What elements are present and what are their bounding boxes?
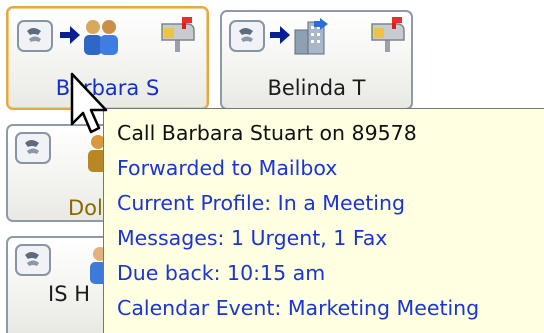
contact-tooltip: Call Barbara Stuart on 89578 Forwarded t… xyxy=(103,108,544,333)
phone-handset-icon xyxy=(14,242,58,284)
tooltip-forwarded-line[interactable]: Forwarded to Mailbox xyxy=(117,151,544,186)
forward-arrow-icon xyxy=(60,26,80,48)
contact-tile-belinda[interactable]: Belinda T xyxy=(220,10,413,110)
forward-arrow-icon xyxy=(270,26,290,48)
tooltip-profile-line[interactable]: Current Profile: In a Meeting xyxy=(117,186,544,221)
phone-handset-icon xyxy=(16,18,60,60)
tooltip-call-line[interactable]: Call Barbara Stuart on 89578 xyxy=(117,116,544,151)
contact-tile-ish[interactable]: IS H xyxy=(6,236,116,333)
mailbox-icon xyxy=(158,14,198,58)
mailbox-icon xyxy=(368,14,408,58)
contact-name: Belinda T xyxy=(267,76,366,100)
tooltip-dueback-line[interactable]: Due back: 10:15 am xyxy=(117,256,544,291)
tooltip-calendar-line[interactable]: Calendar Event: Marketing Meeting xyxy=(117,291,544,326)
building-icon xyxy=(292,16,332,60)
people-icon xyxy=(80,16,122,62)
phone-handset-icon xyxy=(228,18,272,60)
mouse-pointer-icon xyxy=(70,72,110,142)
phone-handset-icon xyxy=(14,130,58,172)
tooltip-messages-line[interactable]: Messages: 1 Urgent, 1 Fax xyxy=(117,221,544,256)
